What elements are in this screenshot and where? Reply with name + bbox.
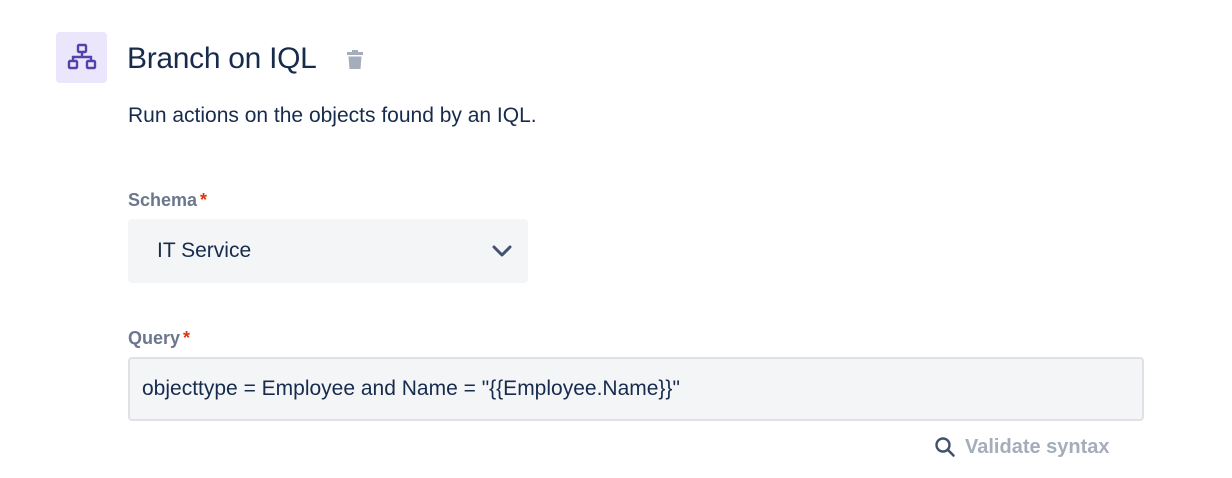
chevron-down-icon[interactable]: [490, 239, 514, 263]
trash-icon[interactable]: [346, 49, 364, 70]
validate-syntax-button[interactable]: Validate syntax: [934, 432, 1110, 462]
required-indicator: *: [183, 328, 191, 348]
validate-syntax-label: Validate syntax: [965, 435, 1110, 458]
schema-label-text: Schema: [128, 190, 198, 210]
component-description: Run actions on the objects found by an I…: [128, 104, 537, 127]
required-indicator: *: [200, 190, 208, 210]
branch-on-iql-icon-tile: [56, 32, 107, 83]
search-icon: [935, 437, 955, 457]
page-title: Branch on IQL: [127, 42, 317, 75]
query-label-text: Query: [128, 328, 181, 348]
delete-button[interactable]: [344, 47, 366, 71]
query-label: Query *: [128, 326, 190, 350]
branch-hierarchy-icon: [67, 43, 96, 69]
schema-select[interactable]: IT Service: [128, 219, 528, 283]
schema-select-value: IT Service: [157, 239, 252, 262]
query-input[interactable]: [128, 357, 1144, 421]
schema-label: Schema *: [128, 188, 207, 212]
